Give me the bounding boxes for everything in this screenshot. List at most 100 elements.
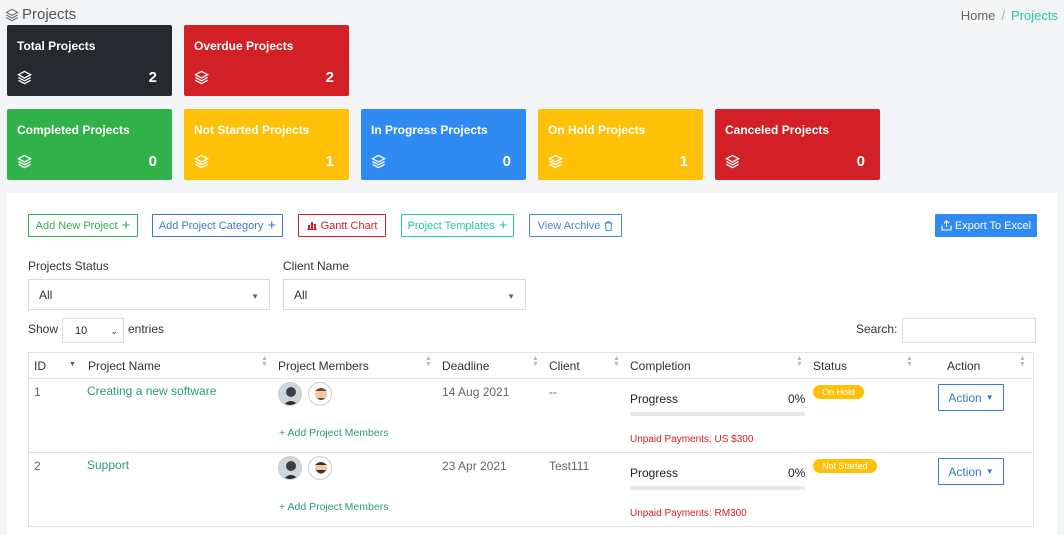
column-header-status[interactable]: Status: [813, 359, 847, 373]
card-count: 0: [148, 153, 157, 170]
sort-desc-icon[interactable]: ▼: [69, 361, 76, 368]
overdue-projects-card[interactable]: Overdue Projects 2: [184, 25, 349, 96]
total-projects-card[interactable]: Total Projects 2: [7, 25, 172, 96]
sort-icon[interactable]: ▲ ▼: [1019, 355, 1026, 368]
add-new-project-label: Add New Project: [35, 219, 118, 232]
card-title: On Hold Projects: [548, 123, 646, 137]
deadline: 14 Aug 2021: [442, 385, 510, 399]
card-count: 0: [856, 153, 865, 170]
member-avatar[interactable]: [308, 382, 332, 406]
entries-select[interactable]: 10 ⌄: [62, 318, 124, 343]
export-to-excel-button[interactable]: Export To Excel: [935, 214, 1037, 237]
add-new-project-button[interactable]: Add New Project +: [28, 214, 138, 237]
caret-down-icon: ▼: [985, 393, 994, 402]
add-project-members-label: Add Project Members: [287, 501, 389, 513]
layers-icon: [17, 154, 32, 169]
card-count: 2: [148, 69, 157, 86]
card-count: 1: [325, 153, 334, 170]
search-input[interactable]: [902, 318, 1036, 343]
entries-label: entries: [128, 322, 165, 336]
add-project-members-label: Add Project Members: [287, 427, 389, 439]
plus-icon: +: [267, 217, 277, 234]
add-project-members-link[interactable]: + Add Project Members: [279, 427, 388, 439]
unpaid-payments: Unpaid Payments: RM300: [630, 508, 747, 519]
add-project-category-label: Add Project Category: [158, 219, 264, 232]
action-dropdown-button[interactable]: Action ▼: [938, 458, 1004, 485]
on-hold-projects-card[interactable]: On Hold Projects 1: [538, 109, 703, 180]
row-id: 1: [34, 385, 41, 399]
breadcrumb-home[interactable]: Home: [961, 8, 996, 23]
avatar-image: [283, 461, 299, 479]
bar-chart-icon: [306, 222, 317, 230]
status-badge: On Hold: [813, 385, 865, 399]
sort-icon[interactable]: ▲ ▼: [906, 355, 913, 368]
column-header-project-name[interactable]: Project Name: [88, 359, 161, 373]
projects-status-select[interactable]: All ▼: [28, 279, 270, 310]
projects-table: ID ▼ Project Name ▲ ▼ Project Members ▲ ▼ …: [28, 352, 1034, 527]
column-header-completion[interactable]: Completion: [630, 359, 691, 373]
layers-icon: [194, 154, 209, 169]
view-archive-button[interactable]: View Archive: [529, 214, 622, 237]
project-name-link[interactable]: Support: [87, 458, 129, 472]
column-header-deadline[interactable]: Deadline: [442, 359, 489, 373]
gantt-chart-label: Gantt Chart: [320, 219, 378, 232]
client: --: [549, 385, 557, 399]
sort-icon[interactable]: ▲ ▼: [425, 355, 432, 368]
caret-down-icon: ▼: [985, 467, 994, 476]
page-title: Projects: [5, 6, 76, 23]
status-badge: Not Started: [813, 459, 877, 473]
client-name-select[interactable]: All ▼: [283, 279, 526, 310]
export-to-excel-label: Export To Excel: [954, 219, 1032, 232]
plus-icon: +: [498, 217, 508, 234]
card-count: 2: [325, 69, 334, 86]
layers-icon: [725, 154, 740, 169]
progress-percent: 0%: [788, 466, 806, 480]
gantt-chart-button[interactable]: Gantt Chart: [298, 214, 386, 237]
row-id: 2: [34, 459, 41, 473]
sort-icon[interactable]: ▲ ▼: [261, 355, 268, 368]
page-title-text: Projects: [22, 6, 77, 23]
project-templates-button[interactable]: Project Templates +: [401, 214, 514, 237]
canceled-projects-card[interactable]: Canceled Projects 0: [715, 109, 880, 180]
column-header-id[interactable]: ID: [34, 359, 46, 373]
completed-projects-card[interactable]: Completed Projects 0: [7, 109, 172, 180]
card-title: Overdue Projects: [194, 39, 294, 53]
caret-down-icon: ▼: [507, 292, 515, 301]
deadline: 23 Apr 2021: [442, 459, 507, 473]
projects-panel: Add New Project + Add Project Category + G…: [7, 193, 1057, 535]
column-header-action[interactable]: Action: [947, 359, 980, 373]
in-progress-projects-card[interactable]: In Progress Projects 0: [361, 109, 526, 180]
sort-icon[interactable]: ▲ ▼: [613, 355, 620, 368]
sort-icon[interactable]: ▲ ▼: [532, 355, 539, 368]
entries-value: 10: [75, 324, 88, 337]
search-label: Search:: [856, 322, 898, 336]
card-title: Not Started Projects: [194, 123, 310, 137]
sort-icon[interactable]: ▲ ▼: [796, 355, 803, 368]
layers-icon: [194, 70, 209, 85]
unpaid-payments: Unpaid Payments: US $300: [630, 434, 754, 445]
projects-status-value: All: [39, 287, 53, 302]
not-started-projects-card[interactable]: Not Started Projects 1: [184, 109, 349, 180]
member-avatar[interactable]: [308, 456, 332, 480]
project-name-link[interactable]: Creating a new software: [87, 384, 216, 398]
card-title: Canceled Projects: [725, 123, 830, 137]
progress-percent: 0%: [788, 392, 806, 406]
card-title: In Progress Projects: [371, 123, 488, 137]
member-avatar[interactable]: [278, 382, 302, 406]
avatar-image: [283, 387, 299, 405]
card-count: 1: [679, 153, 688, 170]
member-avatar[interactable]: [278, 456, 302, 480]
add-project-members-link[interactable]: + Add Project Members: [279, 501, 388, 513]
add-project-category-button[interactable]: Add Project Category +: [152, 214, 283, 237]
project-templates-label: Project Templates: [407, 219, 495, 232]
column-header-client[interactable]: Client: [549, 359, 580, 373]
action-label: Action: [948, 390, 982, 405]
card-title: Total Projects: [17, 39, 96, 53]
layers-icon: [548, 154, 563, 169]
progress-bar: [630, 486, 805, 490]
caret-down-icon: ▼: [251, 292, 259, 301]
column-header-project-members[interactable]: Project Members: [278, 359, 369, 373]
action-dropdown-button[interactable]: Action ▼: [938, 384, 1004, 411]
table-row: 1 Creating a new software + Add Project …: [29, 379, 1033, 453]
action-label: Action: [948, 464, 982, 479]
